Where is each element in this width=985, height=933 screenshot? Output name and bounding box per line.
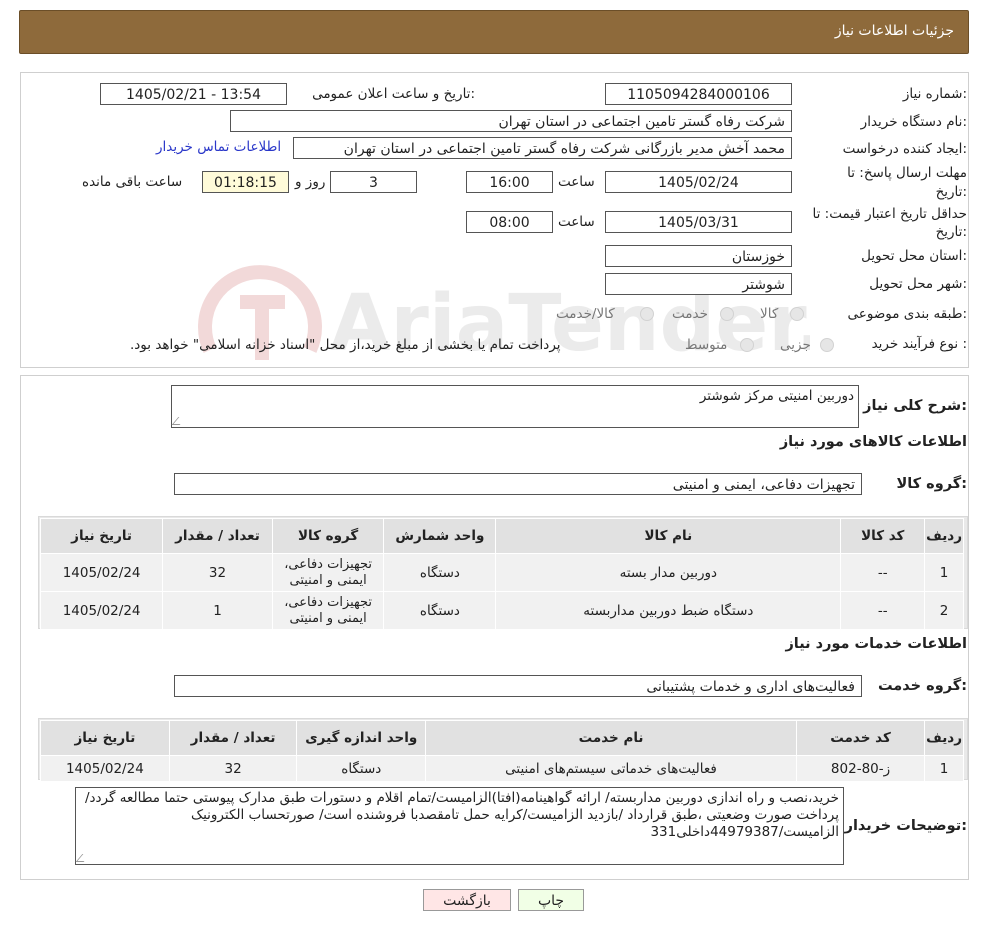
cell-service-code: ز-80-802 [795,755,926,782]
cell-row: 1 [924,553,964,592]
category-service-label: خدمت [672,306,708,322]
page-title: جزئیات اطلاعات نیاز [834,23,954,39]
cell-date: 1405/02/24 [39,553,164,592]
process-medium-label: متوسط [685,337,728,353]
category-service-radio[interactable] [720,307,734,321]
price-validity-date: 1405/03/31 [605,211,792,233]
announce-datetime-label: تاریخ و ساعت اعلان عمومی: [312,86,475,102]
col-quantity: تعداد / مقدار [168,720,298,756]
back-button[interactable]: بازگشت [423,889,511,911]
need-summary-text: دوربین امنیتی مرکز شوشتر [699,388,854,404]
col-row: ردیف [924,518,964,554]
response-deadline-label-2: تاریخ: [935,184,967,200]
table-row: 1 -- دوربین مدار بسته دستگاه تجهیزات دفا… [39,553,964,592]
cell-group: تجهیزات دفاعی، ایمنی و امنیتی [271,591,385,630]
need-summary-label: شرح کلی نیاز: [863,398,967,414]
goods-table-header: ردیف کد کالا نام کالا واحد شمارش گروه کا… [39,518,964,554]
services-table-header: ردیف کد خدمت نام خدمت واحد اندازه گیری ت… [40,720,964,756]
goods-table: ردیف کد کالا نام کالا واحد شمارش گروه کا… [39,518,964,630]
cell-date: 1405/02/24 [40,755,170,782]
table-row: 1 ز-80-802 فعالیت‌های خدماتی سیستم‌های ا… [40,755,964,782]
cell-quantity: 32 [168,755,298,782]
delivery-province-label: استان محل تحویل: [861,248,967,264]
cell-row: 1 [924,755,964,782]
col-code: کد کالا [840,518,926,554]
service-group-label: گروه خدمت: [877,678,967,694]
buyer-contact-link[interactable]: اطلاعات تماس خریدار [156,139,281,155]
buyer-name-field: شرکت رفاه گستر تامین اجتماعی در استان ته… [230,110,792,132]
cell-group: تجهیزات دفاعی، ایمنی و امنیتی [271,553,385,592]
response-time-label: ساعت [558,174,595,190]
need-summary-field: دوربین امنیتی مرکز شوشتر [171,385,859,428]
cell-row: 2 [924,591,964,630]
col-unit: واحد شمارش [383,518,497,554]
page-header: جزئیات اطلاعات نیاز [19,10,969,54]
goods-group-label: گروه کالا: [896,476,967,492]
goods-group-field: تجهیزات دفاعی، ایمنی و امنیتی [174,473,862,495]
price-validity-label: حداقل تاریخ اعتبار قیمت: تا [812,206,967,222]
process-payment-note: پرداخت تمام یا بخشی از مبلغ خرید،از محل … [130,337,561,353]
request-creator-field: محمد آخش مدیر بازرگانی شرکت رفاه گستر تا… [293,137,792,159]
col-name: نام کالا [495,518,842,554]
cell-quantity: 1 [162,591,273,630]
response-deadline-date: 1405/02/24 [605,171,792,193]
validity-time-label: ساعت [558,214,595,230]
remaining-time-label: ساعت باقی مانده [82,174,183,190]
cell-code: -- [840,553,926,592]
resize-grip-icon [171,417,187,425]
category-goods-radio[interactable] [790,307,804,321]
subject-category-label: طبقه بندی موضوعی: [847,306,967,322]
process-minor-radio[interactable] [820,338,834,352]
remaining-days-field: 3 [330,171,417,193]
watermark-logo: AriaTender.neT [198,265,810,369]
delivery-city-field: شوشتر [605,273,792,295]
cell-unit: دستگاه [383,591,497,630]
buyer-notes-text: خرید،نصب و راه اندازی دوربین مداربسته/ ا… [84,790,839,840]
col-service-name: نام خدمت [425,720,797,756]
process-minor-label: جزیی [780,337,811,353]
request-creator-label: ایجاد کننده درخواست: [842,141,967,157]
category-goods-service-radio[interactable] [640,307,654,321]
print-button[interactable]: چاپ [518,889,584,911]
col-group: گروه کالا [271,518,385,554]
delivery-province-field: خوزستان [605,245,792,267]
buyer-notes-label: توضیحات خریدار: [844,818,967,834]
col-date: تاریخ نیاز [39,518,164,554]
category-goods-service-label: کالا/خدمت [556,306,615,322]
need-number-field: 1105094284000106 [605,83,792,105]
cell-code: -- [840,591,926,630]
cell-name: دوربین مدار بسته [495,553,842,592]
remaining-time-field: 01:18:15 [202,171,289,193]
col-row: ردیف [924,720,964,756]
price-validity-time: 08:00 [466,211,553,233]
cell-date: 1405/02/24 [39,591,164,630]
cell-name: دستگاه ضبط دوربین مداربسته [495,591,842,630]
response-deadline-label: مهلت ارسال پاسخ: تا [847,165,967,181]
delivery-city-label: شهر محل تحویل: [869,276,967,292]
buyer-notes-field: خرید،نصب و راه اندازی دوربین مداربسته/ ا… [75,787,844,865]
buyer-name-label: نام دستگاه خریدار: [860,114,967,130]
col-quantity: تعداد / مقدار [162,518,273,554]
col-service-code: کد خدمت [795,720,926,756]
process-medium-radio[interactable] [740,338,754,352]
category-goods-label: کالا [760,306,779,322]
cell-service-name: فعالیت‌های خدماتی سیستم‌های امنیتی [425,755,797,782]
cell-quantity: 32 [162,553,273,592]
services-table: ردیف کد خدمت نام خدمت واحد اندازه گیری ت… [40,720,964,782]
price-validity-label-2: تاریخ: [935,224,967,240]
col-measure-unit: واحد اندازه گیری [296,720,427,756]
service-group-field: فعالیت‌های اداری و خدمات پشتیبانی [174,675,862,697]
col-date: تاریخ نیاز [40,720,170,756]
remaining-days-label: روز و [295,174,326,190]
need-number-label: شماره نیاز: [902,86,967,102]
resize-grip-icon [75,854,91,862]
services-section-title: اطلاعات خدمات مورد نیاز [785,636,967,652]
goods-section-title: اطلاعات کالاهای مورد نیاز [779,434,967,450]
cell-measure-unit: دستگاه [296,755,427,782]
table-row: 2 -- دستگاه ضبط دوربین مداربسته دستگاه ت… [39,591,964,630]
purchase-process-label: نوع فرآیند خرید : [871,336,967,352]
cell-unit: دستگاه [383,553,497,592]
response-deadline-time: 16:00 [466,171,553,193]
announce-datetime-field: 1405/02/21 - 13:54 [100,83,287,105]
